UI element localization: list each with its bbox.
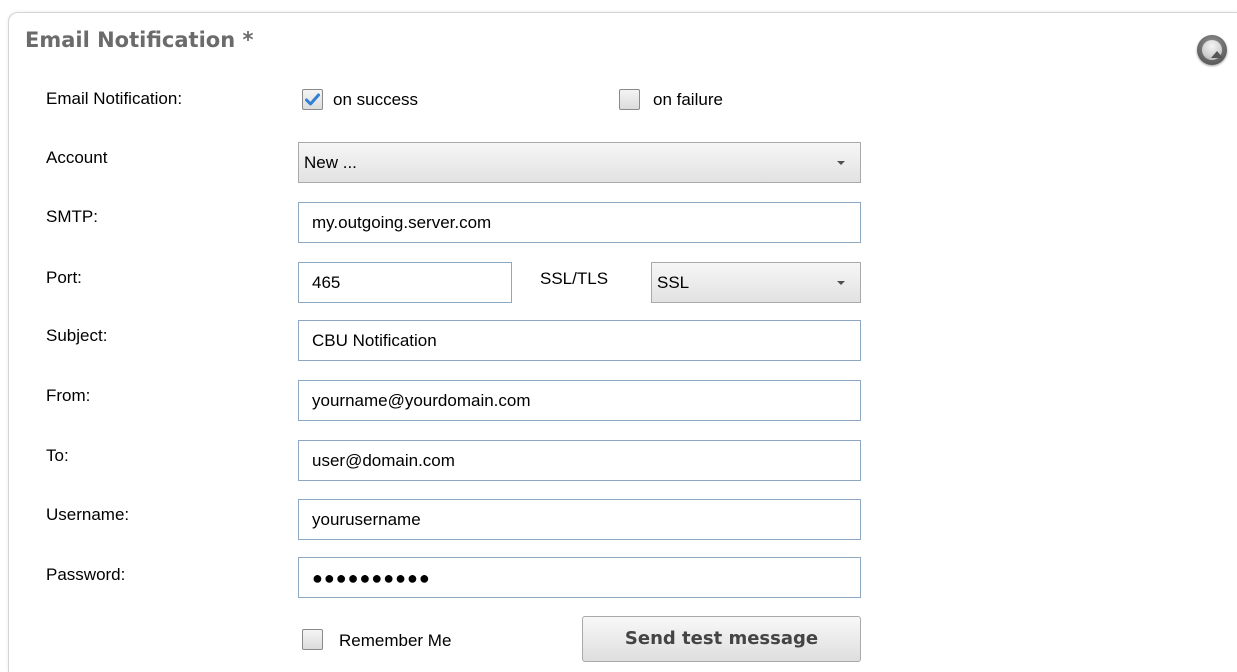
on-success-label: on success	[333, 90, 419, 109]
username-label: Username:	[46, 505, 130, 524]
port-input[interactable]: 465	[298, 262, 512, 303]
account-select[interactable]: New ...	[298, 142, 861, 183]
check-icon	[305, 93, 320, 106]
ssl-tls-label: SSL/TLS	[540, 269, 609, 288]
panel-title: Email Notification *	[25, 28, 254, 52]
from-input[interactable]: yourname@yourdomain.com	[298, 380, 861, 421]
on-failure-label: on failure	[653, 90, 723, 109]
password-label: Password:	[46, 565, 126, 584]
remember-me-label: Remember Me	[339, 631, 452, 650]
remember-me-checkbox[interactable]	[302, 629, 323, 650]
account-label: Account	[46, 148, 108, 167]
ssl-tls-select-value: SSL	[657, 273, 690, 292]
smtp-label: SMTP:	[46, 207, 98, 226]
caret-down-icon	[837, 161, 845, 165]
ssl-tls-select[interactable]: SSL	[651, 262, 861, 303]
email-notification-label: Email Notification:	[46, 89, 183, 108]
to-input[interactable]: user@domain.com	[298, 440, 861, 481]
subject-label: Subject:	[46, 326, 108, 345]
chevron-up-icon	[1202, 40, 1223, 60]
from-label: From:	[46, 386, 91, 405]
caret-down-icon	[837, 281, 845, 285]
collapse-button[interactable]	[1197, 35, 1227, 65]
send-test-message-button[interactable]: Send test message	[582, 616, 861, 662]
username-input[interactable]: yourusername	[298, 499, 861, 540]
on-failure-checkbox[interactable]	[619, 89, 640, 110]
password-input[interactable]: ●●●●●●●●●●	[298, 557, 861, 598]
on-success-checkbox[interactable]	[302, 89, 323, 110]
account-select-value: New ...	[304, 153, 357, 172]
subject-input[interactable]: CBU Notification	[298, 320, 861, 361]
to-label: To:	[46, 446, 69, 465]
smtp-input[interactable]: my.outgoing.server.com	[298, 202, 861, 243]
port-label: Port:	[46, 268, 82, 287]
